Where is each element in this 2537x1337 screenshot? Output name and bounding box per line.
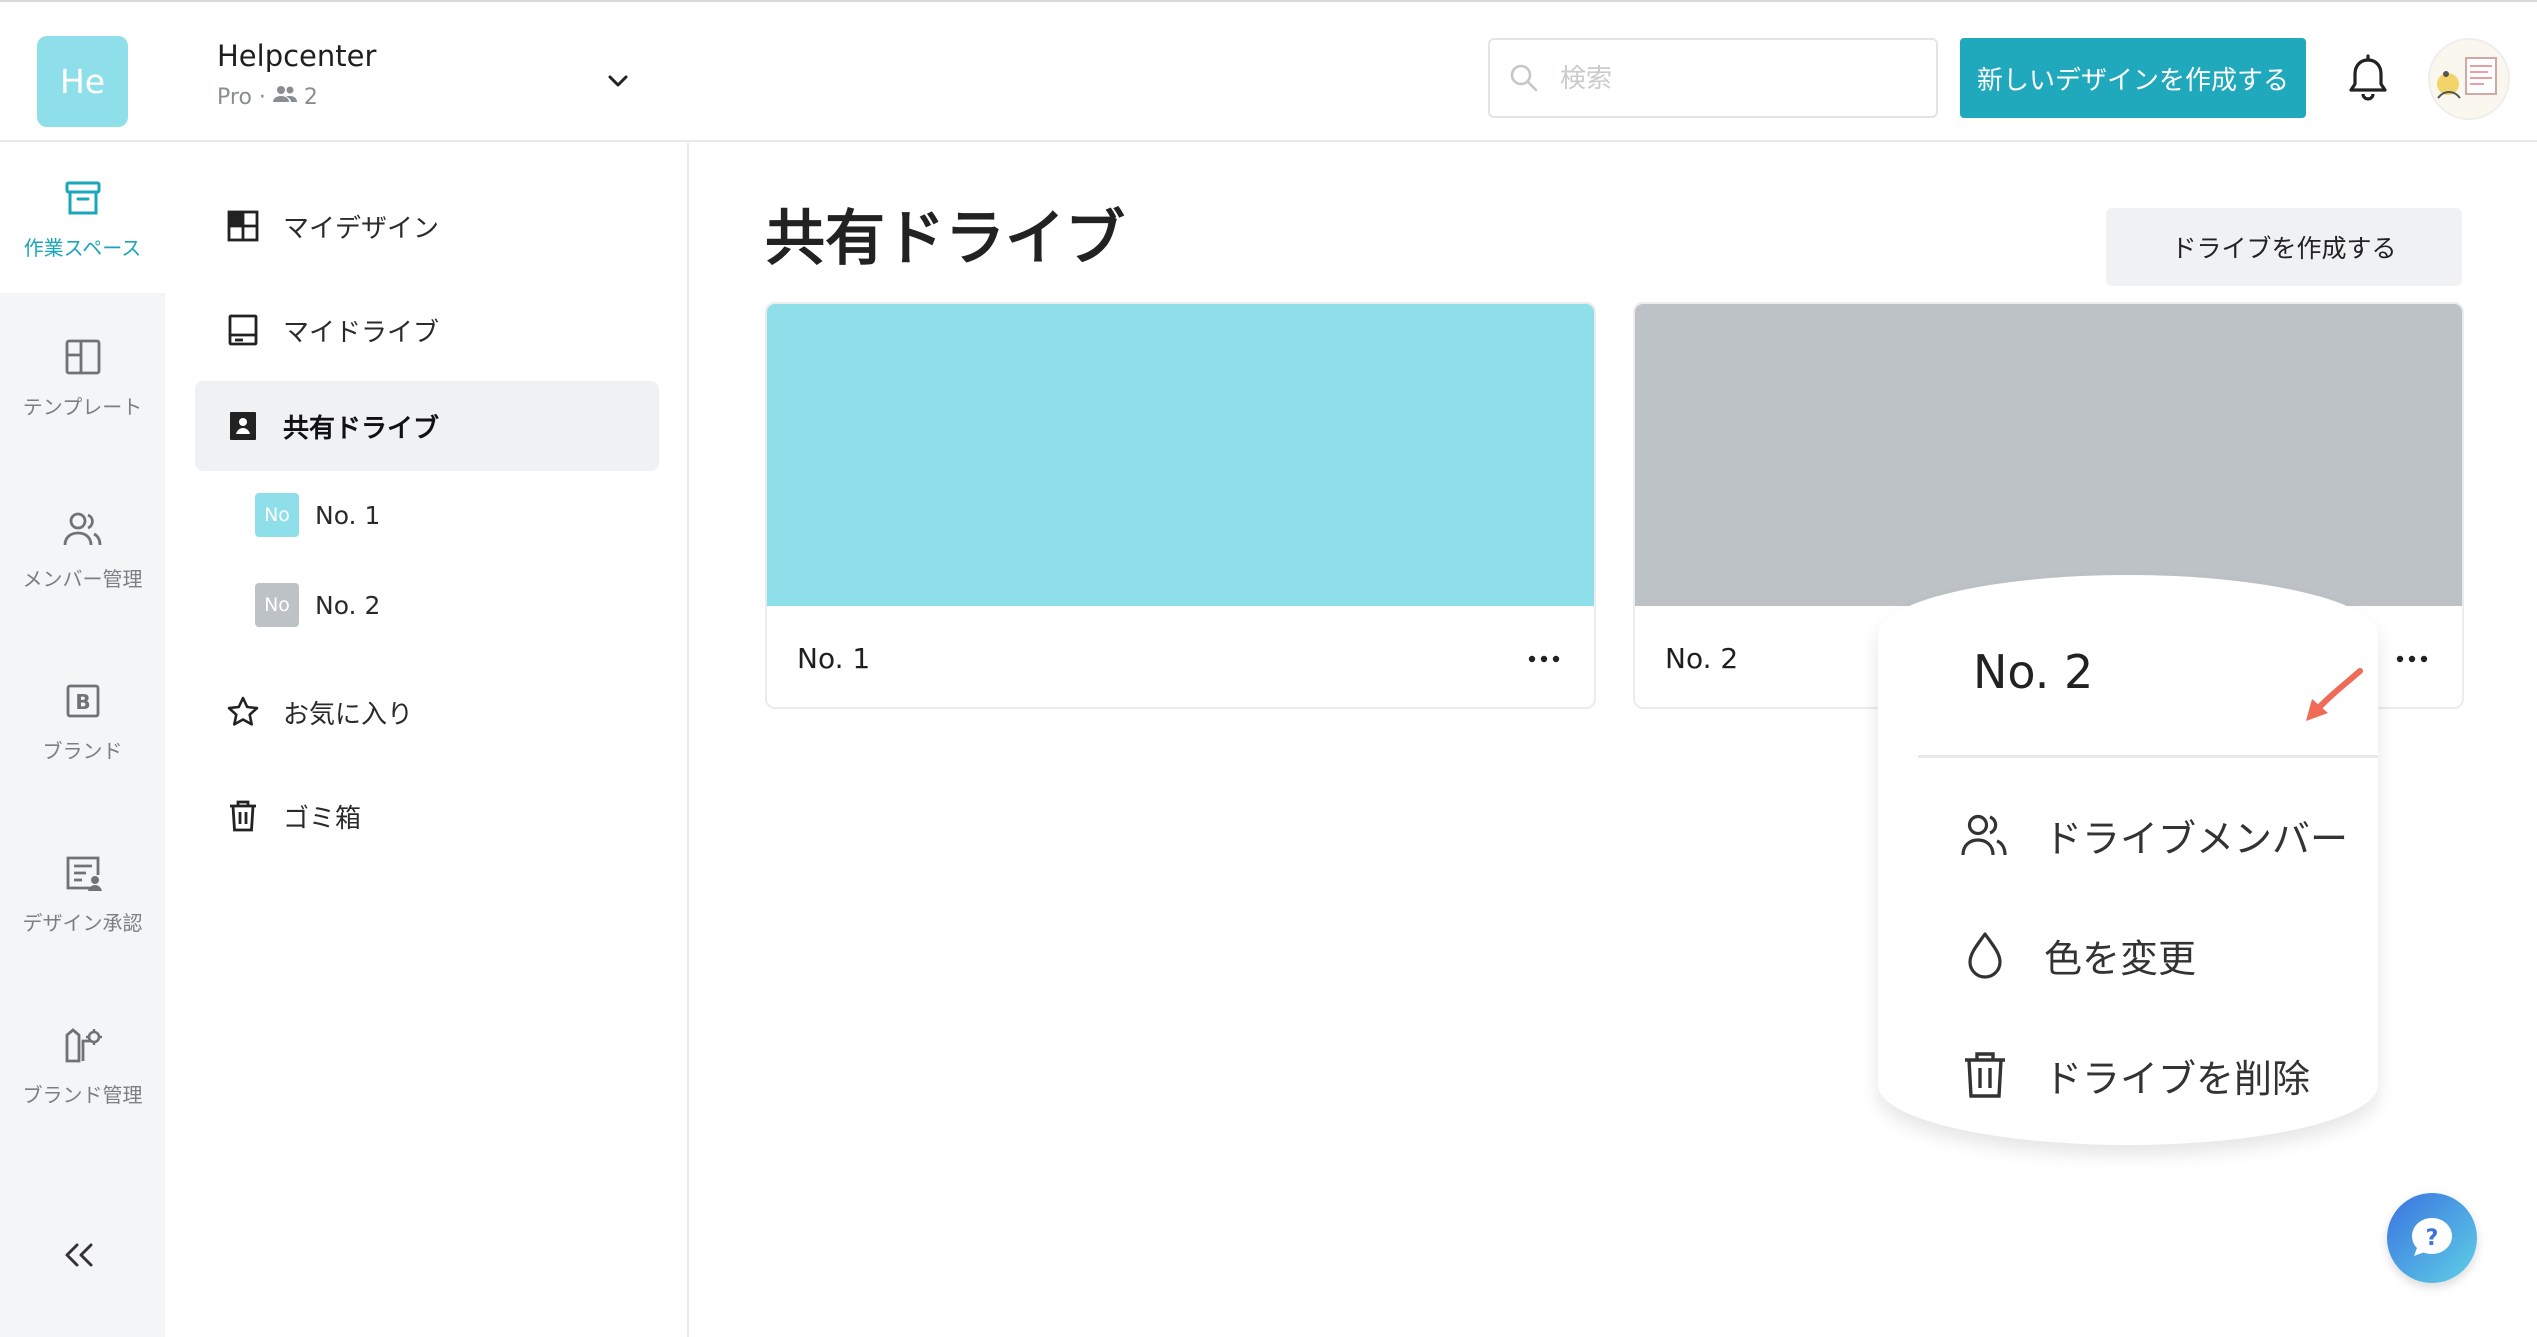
menu-item-drive-members[interactable]: ドライブメンバー xyxy=(1958,795,2348,875)
layout-icon xyxy=(65,339,100,374)
nav-item-trash[interactable]: ゴミ箱 xyxy=(195,771,659,861)
approval-icon xyxy=(66,856,102,891)
drive-cover[interactable] xyxy=(767,304,1594,606)
chevron-down-icon[interactable] xyxy=(603,66,633,96)
trash-icon xyxy=(230,800,256,832)
team-logo[interactable]: He xyxy=(37,36,128,127)
users-icon xyxy=(1961,814,2007,856)
drive-context-menu: No. 2 ドライブメンバー 色を変更 ドライブを削除 xyxy=(1878,575,2378,1145)
create-drive-button[interactable]: ドライブを作成する xyxy=(2106,208,2462,286)
search-input[interactable] xyxy=(1560,58,1920,100)
rail-label: ブランド xyxy=(42,738,123,763)
nav-label: ゴミ箱 xyxy=(283,803,362,834)
left-rail: 作業スペース テンプレート メンバー管理 B ブランド デザイン承認 ブランド管… xyxy=(0,143,165,1337)
context-menu-title: No. 2 xyxy=(1973,645,2094,699)
help-chat-icon: ? xyxy=(2412,1218,2452,1256)
nav-label: マイデザイン xyxy=(283,213,440,244)
rail-item-brand[interactable]: B ブランド xyxy=(0,646,165,796)
svg-text:?: ? xyxy=(2426,1226,2439,1251)
brand-icon: B xyxy=(66,684,99,717)
nav-label: 共有ドライブ xyxy=(283,413,440,444)
rail-label: テンプレート xyxy=(22,394,143,419)
page-title: 共有ドライブ xyxy=(765,204,1125,274)
drive-cover[interactable] xyxy=(1635,304,2462,606)
drive-badge: No xyxy=(255,583,299,627)
drive-badge: No xyxy=(255,493,299,537)
trash-icon xyxy=(1965,1052,2005,1098)
members-icon xyxy=(272,84,298,110)
team-member-count: 2 xyxy=(303,84,318,110)
star-icon xyxy=(227,696,259,726)
collapse-icon[interactable] xyxy=(55,1235,105,1275)
drive-card-1[interactable]: No. 1 xyxy=(765,302,1596,709)
divider xyxy=(1918,755,2378,758)
sub-label: No. 2 xyxy=(315,590,381,620)
nav-item-my-drive[interactable]: マイドライブ xyxy=(195,285,659,375)
rail-label: 作業スペース xyxy=(23,235,142,260)
menu-label: ドライブを削除 xyxy=(2044,1056,2311,1101)
drive-name: No. 1 xyxy=(797,642,871,675)
rail-label: メンバー管理 xyxy=(22,566,143,591)
archive-box-icon xyxy=(65,181,100,214)
team-plan: Pro · xyxy=(217,84,266,110)
shared-drive-icon xyxy=(230,412,256,440)
menu-label: ドライブメンバー xyxy=(2044,816,2349,861)
sub-item-drive-1[interactable]: No No. 1 xyxy=(255,485,380,545)
team-meta: Pro · 2 xyxy=(217,84,318,110)
create-design-button[interactable]: 新しいデザインを作成する xyxy=(1960,38,2306,118)
users-icon xyxy=(63,512,101,545)
sidebar: マイデザイン マイドライブ 共有ドライブ No No. 1 No No. 2 お… xyxy=(165,143,689,1337)
pointer-arrow-icon xyxy=(2306,668,2363,721)
rail-item-approval[interactable]: デザイン承認 xyxy=(0,818,165,968)
sub-item-drive-2[interactable]: No No. 2 xyxy=(255,575,380,635)
rail-item-templates[interactable]: テンプレート xyxy=(0,302,165,452)
nav-item-favorites[interactable]: お気に入り xyxy=(195,667,659,757)
avatar[interactable] xyxy=(2428,38,2510,120)
help-button[interactable]: ? xyxy=(2387,1193,2477,1283)
svg-text:B: B xyxy=(75,690,90,714)
top-header: He Helpcenter Pro · 2 新しいデザインを作成する xyxy=(0,6,2537,142)
nav-item-shared-drive[interactable]: 共有ドライブ xyxy=(195,381,659,471)
drive-icon xyxy=(228,314,258,346)
menu-item-delete-drive[interactable]: ドライブを削除 xyxy=(1958,1035,2310,1115)
team-name[interactable]: Helpcenter xyxy=(217,39,376,73)
grid-icon xyxy=(227,210,259,242)
rail-item-brand-settings[interactable]: ブランド管理 xyxy=(0,990,165,1140)
nav-label: お気に入り xyxy=(283,699,414,730)
more-icon[interactable] xyxy=(1524,644,1564,674)
nav-label: マイドライブ xyxy=(283,317,440,348)
search-icon xyxy=(1510,64,1538,92)
droplet-icon xyxy=(1968,932,2002,979)
rail-item-workspace[interactable]: 作業スペース xyxy=(0,143,165,293)
rail-label: ブランド管理 xyxy=(22,1082,143,1107)
menu-label: 色を変更 xyxy=(2044,936,2197,981)
rail-item-members[interactable]: メンバー管理 xyxy=(0,474,165,624)
more-icon[interactable] xyxy=(2392,644,2432,674)
rail-label: デザイン承認 xyxy=(22,910,143,935)
bell-icon[interactable] xyxy=(2345,54,2391,104)
brand-settings-icon xyxy=(65,1027,102,1062)
sub-label: No. 1 xyxy=(315,500,381,530)
search-box[interactable] xyxy=(1488,38,1938,118)
nav-item-my-designs[interactable]: マイデザイン xyxy=(195,181,659,271)
drive-name: No. 2 xyxy=(1665,642,1739,675)
menu-item-change-color[interactable]: 色を変更 xyxy=(1958,915,2196,995)
